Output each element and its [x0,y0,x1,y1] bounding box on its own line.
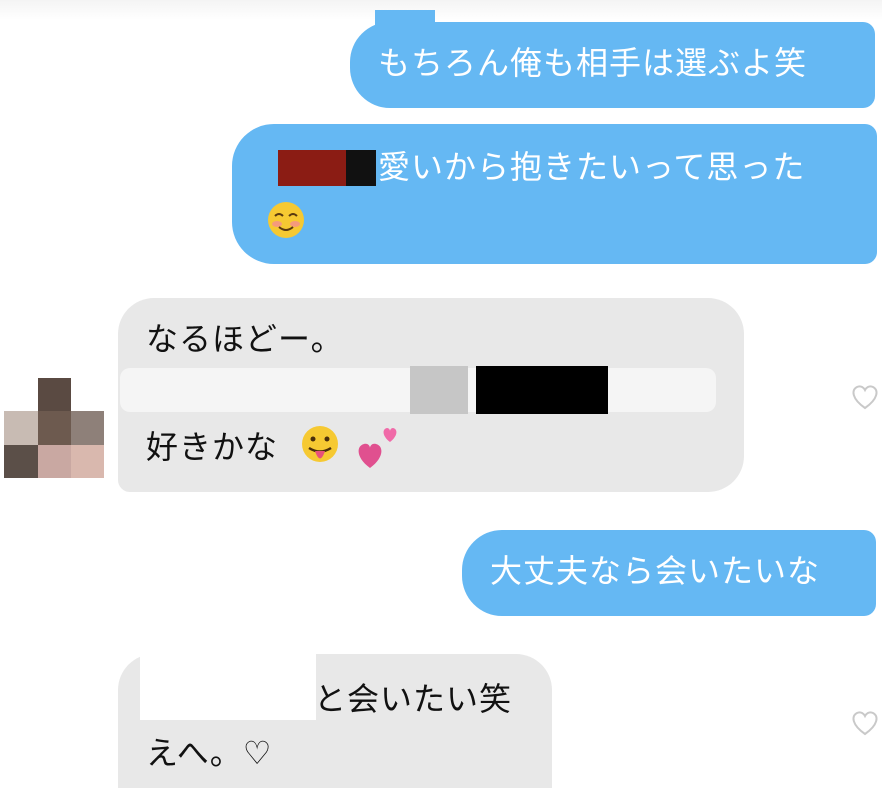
bubble-top-cap [375,10,435,30]
message-text: 愛いから抱きたいって思った [378,148,806,186]
message-text: もちろん俺も相手は選ぶよ笑 [378,44,808,82]
message-text: と会いたい笑 [314,680,513,718]
message-text: 好きかな [146,428,279,466]
outgoing-message-3: 大丈夫なら会いたいな [462,530,876,616]
smiling-blush-emoji [268,202,304,238]
avatar[interactable] [4,378,104,478]
top-fade [0,0,882,20]
two-hearts-emoji [358,428,397,468]
tongue-out-emoji [302,426,338,462]
message-text: えへ。♡ [146,734,273,772]
redacted-region [476,366,608,414]
outgoing-message-2: 愛いから抱きたいって思った [232,124,877,264]
redacted-region [410,366,468,414]
like-heart-icon[interactable] [848,378,882,412]
message-text: なるほどー。 [146,320,344,358]
message-text: 大丈夫なら会いたいな [490,552,821,590]
redacted-region [346,150,376,186]
incoming-message-2: と会いたい笑 えへ。♡ [118,654,552,788]
redacted-region [278,150,346,186]
redacted-region [140,654,316,720]
like-heart-icon[interactable] [848,704,882,738]
incoming-message-1: なるほどー。 好きかな [118,298,744,492]
outgoing-message-1: もちろん俺も相手は選ぶよ笑 [350,22,875,108]
